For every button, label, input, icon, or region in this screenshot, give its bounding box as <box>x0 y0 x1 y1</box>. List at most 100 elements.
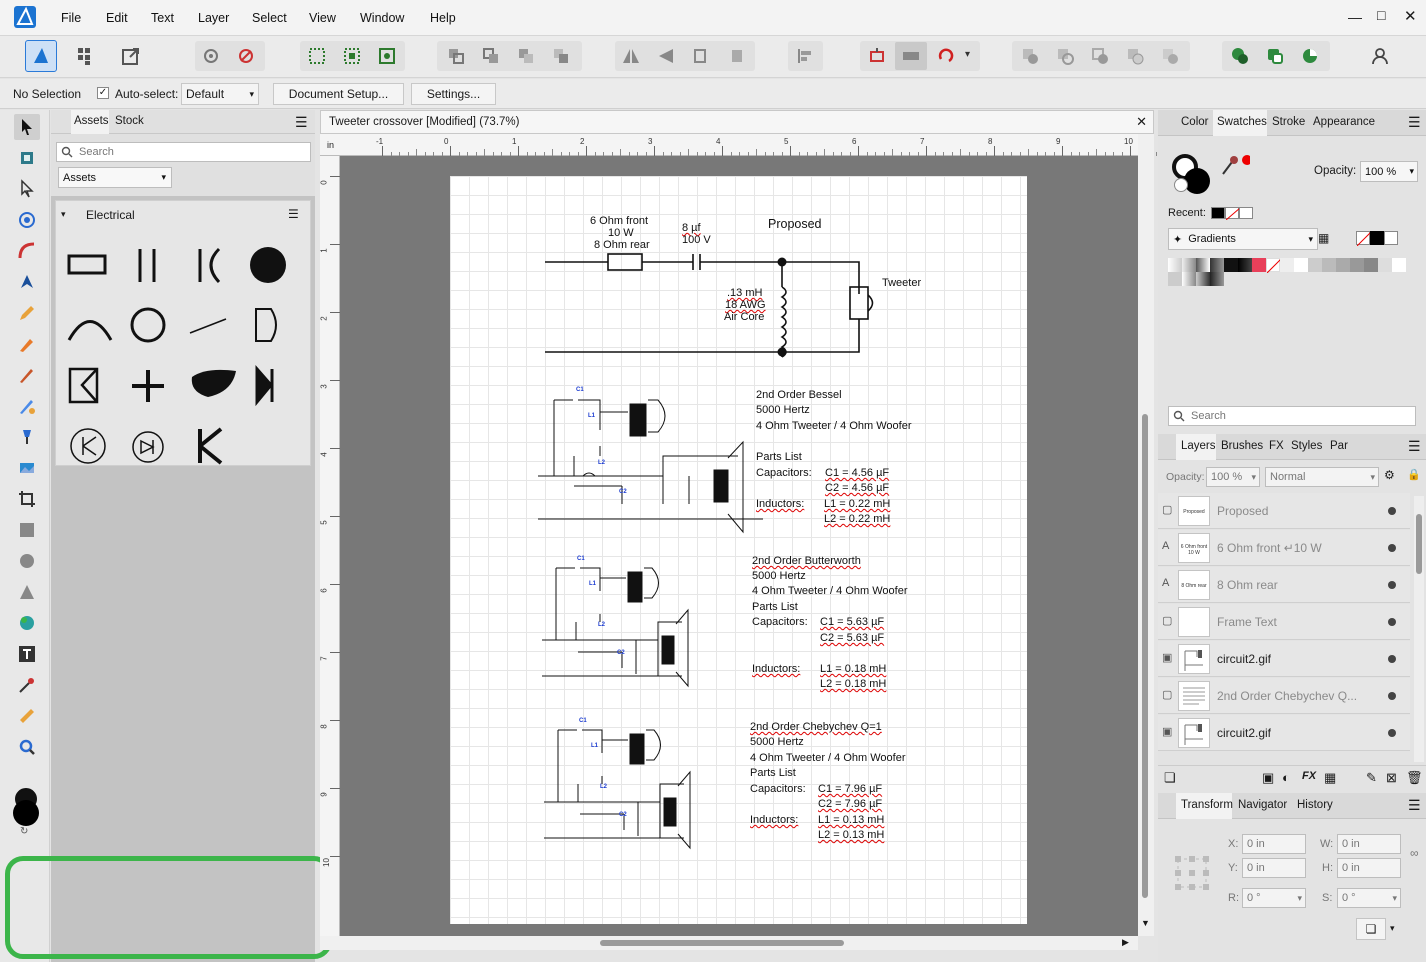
blend-mode-dropdown[interactable]: Normal ▾ <box>1265 467 1379 487</box>
link-dimensions-icon[interactable]: ∞ <box>1410 846 1419 860</box>
panel-menu-icon[interactable]: ☰ <box>1408 114 1421 131</box>
panel-menu-icon[interactable]: ☰ <box>1408 797 1421 814</box>
color-picker-icon[interactable] <box>1220 152 1252 176</box>
minimize-icon[interactable]: — <box>1348 9 1362 25</box>
palette-dropdown[interactable]: ✦ Gradients ▾ <box>1168 228 1318 250</box>
place-image-tool-icon[interactable] <box>14 455 40 481</box>
group-layers-icon[interactable]: ⊠ <box>1386 770 1397 786</box>
layer-row[interactable]: ▣ circuit2.gif <box>1158 641 1410 677</box>
scroll-down-icon[interactable]: ▼ <box>1141 918 1150 928</box>
xor-icon[interactable] <box>1121 42 1149 70</box>
snapping-settings-icon[interactable] <box>197 42 225 70</box>
chebychev-circuit-image[interactable]: C1 L1 L2 C2 <box>544 718 694 853</box>
layer-opacity-input[interactable]: 100 % ▾ <box>1206 467 1260 487</box>
geometry-intersect-icon[interactable] <box>1296 42 1324 70</box>
layer-row[interactable]: A 8 Ohm rear 8 Ohm rear <box>1158 567 1410 603</box>
transform-origin-button[interactable]: ❏ <box>1356 918 1386 940</box>
h-input[interactable]: 0 in <box>1337 858 1401 878</box>
vector-brush-tool-icon[interactable] <box>14 331 40 357</box>
layer-stack-icon[interactable]: ❏ <box>1164 770 1176 786</box>
autoselect-dropdown[interactable]: Default ▾ <box>181 83 259 105</box>
layer-visibility-toggle[interactable] <box>1388 544 1396 552</box>
settings-button[interactable]: Settings... <box>411 83 496 105</box>
corner-tool-icon[interactable] <box>14 238 40 264</box>
menu-file[interactable]: File <box>61 11 81 25</box>
layer-settings-icon[interactable]: ⚙ <box>1384 468 1395 482</box>
panel-menu-icon[interactable]: ☰ <box>295 114 308 131</box>
lock-icon[interactable]: 🔒 <box>1407 468 1421 481</box>
tab-stroke[interactable]: Stroke <box>1272 116 1305 128</box>
tab-styles[interactable]: Styles <box>1291 440 1322 452</box>
vertical-scrollbar[interactable]: ▼ <box>1138 134 1154 936</box>
mask-icon[interactable]: ▣ <box>1262 770 1274 786</box>
document-tab[interactable]: Tweeter crossover [Modified] (73.7%) ✕ <box>320 110 1154 134</box>
chevron-down-icon[interactable]: ▾ <box>965 49 970 60</box>
document-setup-button[interactable]: Document Setup... <box>273 83 404 105</box>
tab-layers[interactable]: Layers <box>1181 440 1216 452</box>
menu-edit[interactable]: Edit <box>106 11 128 25</box>
y-input[interactable]: 0 in <box>1242 858 1306 878</box>
bessel-circuit-image[interactable]: C1 L1 L2 C2 <box>538 386 703 534</box>
document-page[interactable]: 6 Ohm front 10 W 8 Ohm rear 8 µf 100 V P… <box>450 176 1027 924</box>
swatch-options-icon[interactable]: ▦ <box>1318 231 1329 245</box>
recent-swatch-black[interactable] <box>1211 207 1225 219</box>
move-tool-icon[interactable] <box>14 114 40 140</box>
tab-brushes[interactable]: Brushes <box>1221 440 1263 452</box>
menu-view[interactable]: View <box>309 11 336 25</box>
select-similar-icon[interactable] <box>373 42 401 70</box>
geometry-subtract-icon[interactable] <box>1261 42 1289 70</box>
butterworth-circuit-image[interactable]: C1 L1 L2 C2 <box>542 556 692 691</box>
horizontal-scroll-thumb[interactable] <box>600 940 844 946</box>
menu-help[interactable]: Help <box>430 11 456 25</box>
vertical-scroll-thumb[interactable] <box>1142 414 1148 898</box>
snapping-toggle-icon[interactable] <box>232 42 260 70</box>
measure-tool-icon[interactable] <box>14 703 40 729</box>
geometry-add-icon[interactable] <box>1226 42 1254 70</box>
group-menu-icon[interactable]: ☰ <box>288 207 299 221</box>
shear-input[interactable]: 0 ° ▾ <box>1337 888 1401 908</box>
rotation-input[interactable]: 0 ° ▾ <box>1242 888 1306 908</box>
tab-navigator[interactable]: Navigator <box>1238 799 1287 811</box>
layer-row[interactable]: ▣ circuit2.gif <box>1158 715 1410 751</box>
transparency-tool-icon[interactable] <box>14 424 40 450</box>
fill-stroke-well[interactable] <box>1172 154 1212 194</box>
artboard-tool-icon[interactable] <box>14 145 40 171</box>
paint-brush-tool-icon[interactable] <box>14 362 40 388</box>
menu-text[interactable]: Text <box>151 11 174 25</box>
pen-tool-icon[interactable] <box>14 269 40 295</box>
insert-target-icon[interactable] <box>863 42 891 70</box>
tab-history[interactable]: History <box>1297 799 1333 811</box>
move-to-front-icon[interactable] <box>547 42 575 70</box>
move-to-back-icon[interactable] <box>442 42 470 70</box>
layer-visibility-toggle[interactable] <box>1388 692 1396 700</box>
tab-assets[interactable]: Assets <box>74 115 109 127</box>
swap-colors-icon[interactable]: ↻ <box>20 826 28 837</box>
layer-row[interactable]: ▢ Proposed Proposed <box>1158 493 1410 529</box>
move-back-icon[interactable] <box>477 42 505 70</box>
layer-row[interactable]: ▢ 2nd Order Chebychev Q... <box>1158 678 1410 714</box>
w-input[interactable]: 0 in <box>1337 834 1401 854</box>
add-layer-icon[interactable]: ✎ <box>1366 770 1377 786</box>
layer-visibility-toggle[interactable] <box>1388 729 1396 737</box>
current-colors[interactable] <box>1356 231 1414 247</box>
chevron-down-icon[interactable]: ▾ <box>1390 923 1395 934</box>
select-all-icon[interactable] <box>303 42 331 70</box>
tab-transform[interactable]: Transform <box>1181 799 1233 811</box>
tab-color[interactable]: Color <box>1181 116 1208 128</box>
tab-par[interactable]: Par <box>1330 440 1348 452</box>
divide-icon[interactable] <box>1156 42 1184 70</box>
subtract-icon[interactable] <box>1051 42 1079 70</box>
node-tool-icon[interactable] <box>14 176 40 202</box>
artistic-text-tool-icon[interactable] <box>14 641 40 667</box>
scroll-right-icon[interactable]: ▶ <box>1122 937 1129 948</box>
adjustment-icon[interactable]: ◐ <box>1282 770 1290 785</box>
fill-stroke-swatch[interactable]: ↻ <box>13 788 39 837</box>
intersect-icon[interactable] <box>1086 42 1114 70</box>
tab-appearance[interactable]: Appearance <box>1313 116 1375 128</box>
rectangle-tool-icon[interactable] <box>14 517 40 543</box>
maximize-icon[interactable]: □ <box>1377 7 1385 23</box>
designer-persona-icon[interactable] <box>25 40 57 72</box>
assets-search-input[interactable]: Search <box>56 142 311 162</box>
opacity-input[interactable]: 100 % ▾ <box>1360 161 1418 182</box>
layer-row[interactable]: ▢ Frame Text <box>1158 604 1410 640</box>
